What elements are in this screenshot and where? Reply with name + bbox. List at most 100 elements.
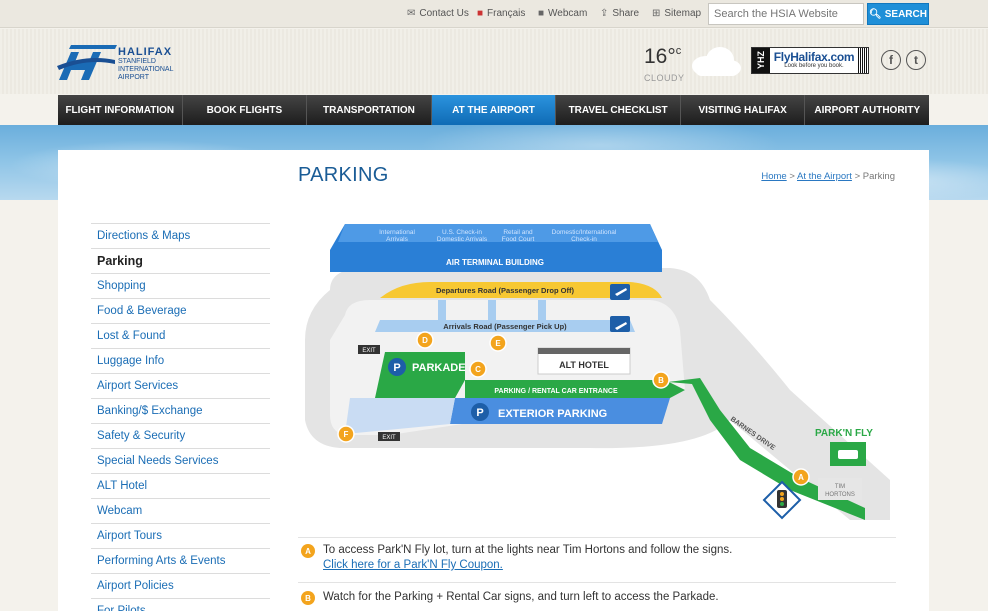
site-header: HALIFAX STANFIELD INTERNATIONAL AIRPORT … [0, 29, 988, 94]
sidebar-item-for-pilots[interactable]: For Pilots [91, 598, 270, 611]
terminal-label-us: U.S. Check-in [442, 229, 482, 236]
breadcrumb-sep: > [789, 171, 795, 182]
sidebar-item-luggage-info[interactable]: Luggage Info [91, 348, 270, 373]
parknfly-label: PARK'N FLY [815, 428, 873, 439]
sidebar-item-special-needs[interactable]: Special Needs Services [91, 448, 270, 473]
camera-icon: ■ [538, 8, 545, 19]
webcam-link[interactable]: ■ Webcam [538, 8, 587, 19]
sidebar-item-alt-hotel[interactable]: ALT Hotel [91, 473, 270, 498]
contact-us-link[interactable]: ✉ Contact Us [407, 8, 469, 19]
logo-line1: HALIFAX [118, 46, 173, 58]
utility-bar: ✉ Contact Us ■ Français ■ Webcam ⇪ Share… [0, 0, 988, 28]
terminal-label-retail: Retail and [503, 229, 533, 236]
svg-text:A: A [798, 473, 804, 482]
breadcrumb-sep: > [854, 171, 861, 182]
webcam-label: Webcam [548, 8, 588, 19]
marker-b: B [652, 371, 670, 389]
sidebar-item-airport-policies[interactable]: Airport Policies [91, 573, 270, 598]
search-input[interactable] [708, 3, 864, 25]
twitter-letter: t [914, 53, 918, 67]
twitter-icon[interactable]: t [906, 50, 926, 70]
marker-a: A [792, 468, 810, 486]
logo-line4: AIRPORT [118, 74, 149, 81]
note-badge-a: A [301, 544, 315, 558]
svg-text:B: B [658, 376, 664, 385]
sidebar-item-performing-arts[interactable]: Performing Arts & Events [91, 548, 270, 573]
search-button[interactable]: 🔍︎ SEARCH [867, 3, 929, 25]
marker-f: F [337, 425, 355, 443]
entrance-label: PARKING / RENTAL CAR ENTRANCE [494, 388, 618, 395]
search-button-label: SEARCH [884, 8, 927, 20]
sitemap-icon: ⊞ [652, 8, 661, 19]
tim-label-2: HORTONS [825, 492, 855, 498]
sidebar-item-lost-found[interactable]: Lost & Found [91, 323, 270, 348]
marker-d: D [416, 331, 434, 349]
nav-book-flights[interactable]: BOOK FLIGHTS [183, 95, 308, 125]
breadcrumb: Home > At the Airport > Parking [761, 171, 895, 182]
main-nav: FLIGHT INFORMATION BOOK FLIGHTS TRANSPOR… [58, 95, 929, 125]
sidebar-item-webcam[interactable]: Webcam [91, 498, 270, 523]
sidebar-item-parking[interactable]: Parking [91, 248, 270, 273]
sitemap-link[interactable]: ⊞ Sitemap [652, 8, 701, 19]
weather-condition: CLOUDY [644, 73, 685, 83]
sidebar-nav: Directions & Maps Parking Shopping Food … [91, 223, 270, 611]
logo-line3: INTERNATIONAL [118, 66, 174, 73]
terminal-label-dom2: Check-in [571, 236, 597, 243]
page-title: PARKING [298, 164, 389, 186]
francais-label: Français [487, 8, 526, 19]
terminal-label-retail2: Food Court [502, 236, 535, 243]
exterior-p-symbol: P [476, 407, 483, 419]
arrivals-label: Arrivals Road (Passenger Pick Up) [443, 322, 567, 331]
search-icon: 🔍︎ [869, 8, 882, 20]
flyhalifax-banner[interactable]: YHZ FlyHalifax.com Look before you book. [751, 47, 869, 74]
marker-e: E [489, 334, 507, 352]
breadcrumb-home[interactable]: Home [761, 171, 786, 182]
marker-c: C [469, 360, 487, 378]
svg-text:E: E [495, 339, 501, 348]
sidebar-item-airport-tours[interactable]: Airport Tours [91, 523, 270, 548]
sidebar-item-shopping[interactable]: Shopping [91, 273, 270, 298]
sidebar-item-banking-exchange[interactable]: Banking/$ Exchange [91, 398, 270, 423]
contact-us-label: Contact Us [419, 8, 469, 19]
nav-at-the-airport[interactable]: AT THE AIRPORT [431, 95, 557, 125]
svg-text:C: C [475, 365, 481, 374]
departures-label: Departures Road (Passenger Drop Off) [436, 286, 574, 295]
flyhalifax-title: FlyHalifax.com [773, 50, 855, 64]
nav-airport-authority[interactable]: AIRPORT AUTHORITY [805, 95, 929, 125]
yhz-code: YHZ [752, 48, 770, 73]
francais-link[interactable]: ■ Français [477, 8, 525, 19]
parknfly-coupon-link[interactable]: Click here for a Park'N Fly Coupon. [323, 558, 883, 573]
share-link[interactable]: ⇪ Share [600, 8, 639, 19]
nav-transportation[interactable]: TRANSPORTATION [307, 95, 432, 125]
exterior-label: EXTERIOR PARKING [498, 408, 607, 420]
note-badge-b: B [301, 591, 315, 605]
flag-icon: ■ [477, 8, 484, 19]
cloud-icon [692, 47, 741, 76]
sidebar-item-directions-maps[interactable]: Directions & Maps [91, 223, 270, 248]
nav-flight-information[interactable]: FLIGHT INFORMATION [58, 95, 183, 125]
sidebar-item-airport-services[interactable]: Airport Services [91, 373, 270, 398]
barcode-graphic [858, 48, 868, 73]
tim-label-1: TIM [835, 484, 845, 490]
svg-text:F: F [344, 430, 349, 439]
svg-text:D: D [422, 336, 428, 345]
note-divider [298, 537, 896, 538]
alt-hotel-label: ALT HOTEL [559, 360, 609, 370]
breadcrumb-section[interactable]: At the Airport [797, 171, 852, 182]
note-b-text: Watch for the Parking + Rental Car signs… [323, 591, 719, 603]
terminal-label-intl2: Arrivals [386, 236, 408, 243]
terminal-title: AIR TERMINAL BUILDING [446, 258, 544, 267]
terminal-label-intl: International [379, 229, 415, 236]
sidebar-item-safety-security[interactable]: Safety & Security [91, 423, 270, 448]
sitemap-label: Sitemap [664, 8, 702, 19]
note-divider [298, 582, 896, 583]
parking-map: International Arrivals U.S. Check-in Dom… [305, 224, 890, 520]
exit-label-bottom: EXIT [382, 435, 396, 441]
facebook-letter: f [889, 53, 893, 67]
facebook-icon[interactable]: f [881, 50, 901, 70]
nav-travel-checklist[interactable]: TRAVEL CHECKLIST [556, 95, 681, 125]
terminal-label-dom: Domestic/International [552, 229, 617, 236]
nav-visiting-halifax[interactable]: VISITING HALIFAX [681, 95, 806, 125]
share-icon: ⇪ [600, 8, 609, 19]
sidebar-item-food-beverage[interactable]: Food & Beverage [91, 298, 270, 323]
